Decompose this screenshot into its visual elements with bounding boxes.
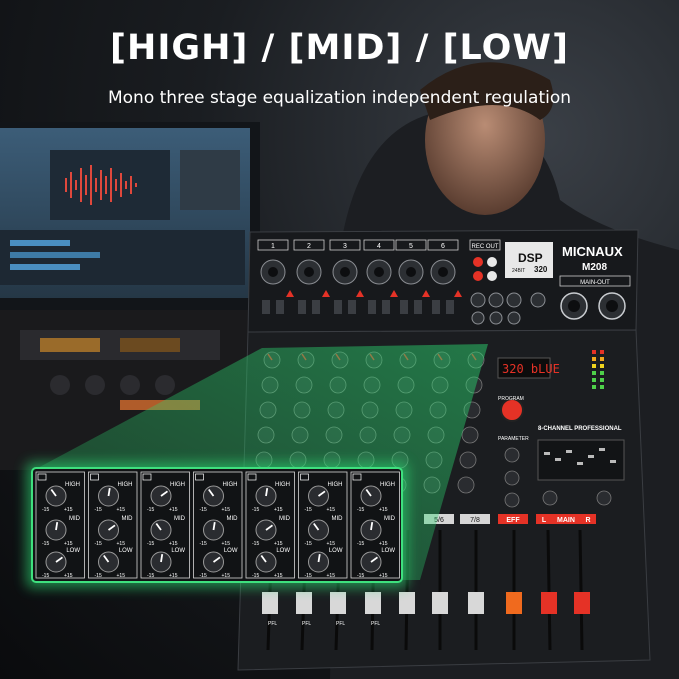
eq-scale-max: +15 [327, 573, 336, 579]
eq-band-label: HIGH [275, 482, 290, 488]
eq-scale-max: +15 [327, 507, 336, 513]
eq-knob-pointer [160, 553, 164, 563]
eq-band-label: MID [279, 516, 291, 522]
eq-scale-max: +15 [274, 507, 283, 513]
eq-scale-min: -15 [200, 541, 207, 547]
eq-band-label: MID [174, 516, 186, 522]
eq-band-label: LOW [329, 548, 343, 554]
eq-scale-min: -15 [42, 507, 49, 513]
eq-scale-min: -15 [95, 541, 102, 547]
eq-scale-min: -15 [305, 573, 312, 579]
eq-band-label: LOW [276, 548, 290, 554]
eq-band-label: MID [332, 516, 344, 522]
eq-scale-max: +15 [64, 573, 73, 579]
eq-scale-min: -15 [252, 507, 259, 513]
eq-band-label: HIGH [118, 482, 133, 488]
eq-scale-max: +15 [169, 541, 178, 547]
eq-band-label: HIGH [170, 482, 185, 488]
eq-band-label: HIGH [65, 482, 80, 488]
eq-scale-min: -15 [357, 507, 364, 513]
eq-band-label: MID [384, 516, 396, 522]
eq-scale-min: -15 [357, 541, 364, 547]
eq-scale-max: +15 [222, 507, 231, 513]
eq-scale-min: -15 [252, 541, 259, 547]
eq-scale-min: -15 [147, 541, 154, 547]
eq-scale-max: +15 [64, 541, 73, 547]
eq-band-label: HIGH [380, 482, 395, 488]
eq-band-label: HIGH [223, 482, 238, 488]
eq-scale-max: +15 [379, 573, 388, 579]
product-image: [HIGH] / [MID] / [LOW] Mono three stage … [0, 0, 679, 679]
eq-scale-min: -15 [357, 573, 364, 579]
eq-scale-max: +15 [64, 507, 73, 513]
eq-band-label: LOW [66, 548, 80, 554]
eq-knob-pointer [317, 553, 321, 563]
eq-scale-min: -15 [147, 573, 154, 579]
eq-scale-max: +15 [117, 507, 126, 513]
eq-scale-min: -15 [200, 507, 207, 513]
eq-scale-max: +15 [379, 541, 388, 547]
eq-scale-max: +15 [379, 507, 388, 513]
eq-band-label: MID [122, 516, 134, 522]
eq-scale-min: -15 [42, 573, 49, 579]
eq-scale-min: -15 [95, 573, 102, 579]
eq-knob-pointer [55, 521, 59, 531]
eq-band-label: LOW [171, 548, 185, 554]
eq-knob-pointer [212, 521, 216, 531]
eq-scale-max: +15 [222, 573, 231, 579]
eq-scale-max: +15 [169, 573, 178, 579]
eq-band-label: LOW [381, 548, 395, 554]
eq-scale-min: -15 [305, 507, 312, 513]
eq-scale-min: -15 [252, 573, 259, 579]
eq-scale-max: +15 [274, 573, 283, 579]
eq-zoom-overlay: HIGH-15 +15MID-15 +15LOW-15 +15HIGH-15 +15MI… [26, 344, 488, 588]
eq-knob-pointer [107, 487, 111, 497]
eq-scale-max: +15 [274, 541, 283, 547]
eq-scale-min: -15 [200, 573, 207, 579]
eq-band-label: MID [227, 516, 239, 522]
eq-scale-max: +15 [117, 573, 126, 579]
eq-scale-min: -15 [42, 541, 49, 547]
eq-scale-max: +15 [117, 541, 126, 547]
eq-band-label: MID [69, 516, 81, 522]
eq-scale-max: +15 [169, 507, 178, 513]
eq-band-label: LOW [224, 548, 238, 554]
eq-knob-pointer [370, 521, 374, 531]
eq-scale-max: +15 [222, 541, 231, 547]
eq-scale-min: -15 [95, 507, 102, 513]
eq-scale-min: -15 [305, 541, 312, 547]
eq-scale-min: -15 [147, 507, 154, 513]
eq-band-label: HIGH [328, 482, 343, 488]
eq-knob-pointer [265, 487, 269, 497]
eq-scale-max: +15 [327, 541, 336, 547]
eq-band-label: LOW [119, 548, 133, 554]
